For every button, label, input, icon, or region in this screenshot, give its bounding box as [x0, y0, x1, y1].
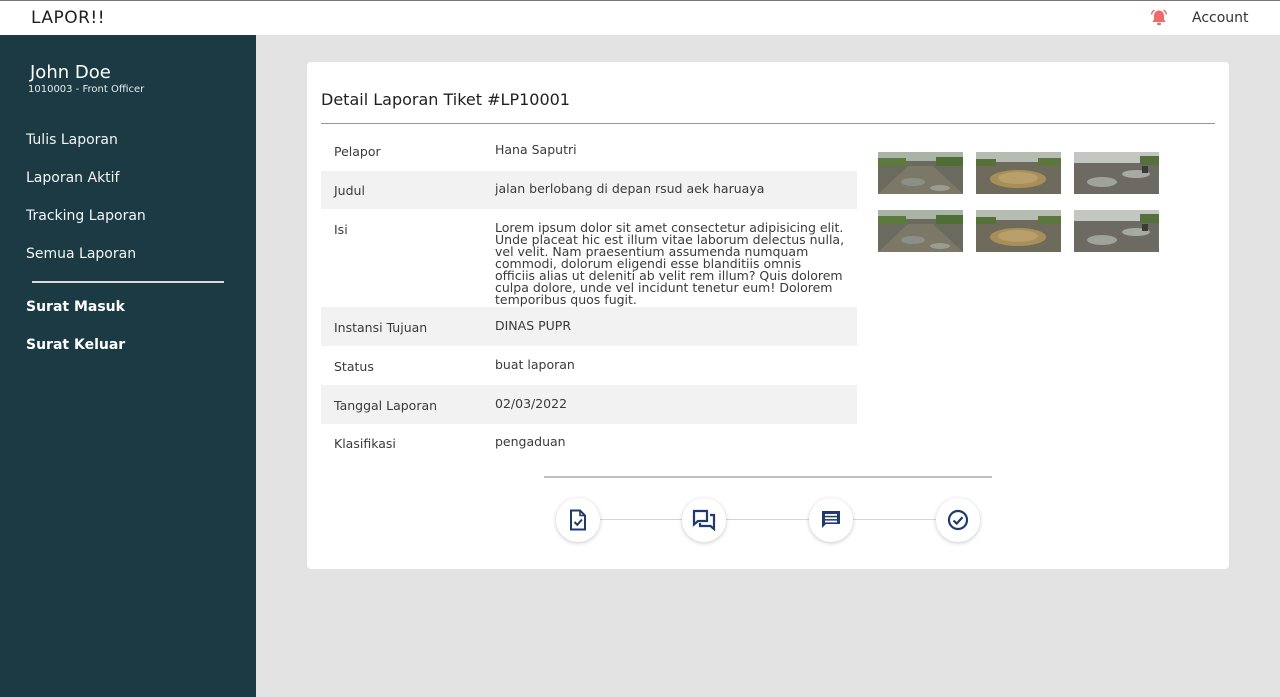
detail-row-tanggal: Tanggal Laporan 02/03/2022: [321, 385, 857, 424]
chat-bubbles-icon[interactable]: [682, 498, 726, 542]
detail-label: Isi: [334, 222, 348, 237]
sidebar-item-surat-keluar[interactable]: Surat Keluar: [26, 337, 125, 353]
detail-row-pelapor: Pelapor Hana Saputri: [321, 132, 857, 171]
bell-icon[interactable]: [1149, 8, 1169, 28]
detail-value: DINAS PUPR: [495, 318, 572, 333]
steps-connector: [578, 519, 958, 520]
steps-divider: [544, 476, 992, 478]
top-bar: LAPOR!! Account: [0, 0, 1280, 35]
detail-row-instansi: Instansi Tujuan DINAS PUPR: [321, 307, 857, 346]
detail-value: pengaduan: [495, 434, 566, 449]
road-photo-thumbnail[interactable]: [976, 152, 1061, 194]
detail-label: Status: [334, 359, 374, 374]
detail-row-klasifikasi: Klasifikasi pengaduan: [321, 424, 857, 463]
user-name: John Doe: [30, 62, 111, 83]
detail-label: Klasifikasi: [334, 436, 396, 451]
road-photo-thumbnail[interactable]: [1074, 210, 1159, 252]
detail-value: jalan berlobang di depan rsud aek haruay…: [495, 181, 765, 196]
detail-label: Instansi Tujuan: [334, 320, 428, 335]
detail-row-status: Status buat laporan: [321, 346, 857, 385]
road-photo-thumbnail[interactable]: [1074, 152, 1159, 194]
sidebar-item-semua-laporan[interactable]: Semua Laporan: [26, 246, 136, 262]
detail-label: Tanggal Laporan: [334, 398, 438, 413]
detail-label: Judul: [334, 183, 365, 198]
sidebar-item-tulis-laporan[interactable]: Tulis Laporan: [26, 132, 118, 148]
page-title: Detail Laporan Tiket #LP10001: [321, 90, 570, 109]
road-photo-thumbnail[interactable]: [878, 210, 963, 252]
detail-value: Hana Saputri: [495, 142, 577, 157]
brand-logo[interactable]: LAPOR!!: [31, 8, 105, 28]
sidebar-item-laporan-aktif[interactable]: Laporan Aktif: [26, 170, 119, 186]
road-photo-thumbnail[interactable]: [976, 210, 1061, 252]
user-role: 1010003 - Front Officer: [28, 84, 145, 95]
detail-value: 02/03/2022: [495, 396, 568, 411]
detail-value: buat laporan: [495, 357, 575, 372]
detail-row-isi: Isi Lorem ipsum dolor sit amet consectet…: [321, 209, 857, 307]
detail-card: Detail Laporan Tiket #LP10001 Pelapor Ha…: [307, 62, 1229, 569]
sidebar: John Doe 1010003 - Front Officer Tulis L…: [0, 35, 256, 697]
document-check-icon[interactable]: [556, 498, 600, 542]
message-icon[interactable]: [809, 498, 853, 542]
road-photo-thumbnail[interactable]: [878, 152, 963, 194]
sidebar-item-surat-masuk[interactable]: Surat Masuk: [26, 299, 125, 315]
account-link[interactable]: Account: [1192, 10, 1249, 26]
check-circle-icon[interactable]: [936, 498, 980, 542]
detail-value: Lorem ipsum dolor sit amet consectetur a…: [495, 220, 845, 307]
detail-row-judul: Judul jalan berlobang di depan rsud aek …: [321, 171, 857, 209]
title-divider: [321, 123, 1215, 124]
detail-label: Pelapor: [334, 144, 381, 159]
sidebar-divider: [32, 281, 224, 283]
sidebar-item-tracking-laporan[interactable]: Tracking Laporan: [26, 208, 146, 224]
